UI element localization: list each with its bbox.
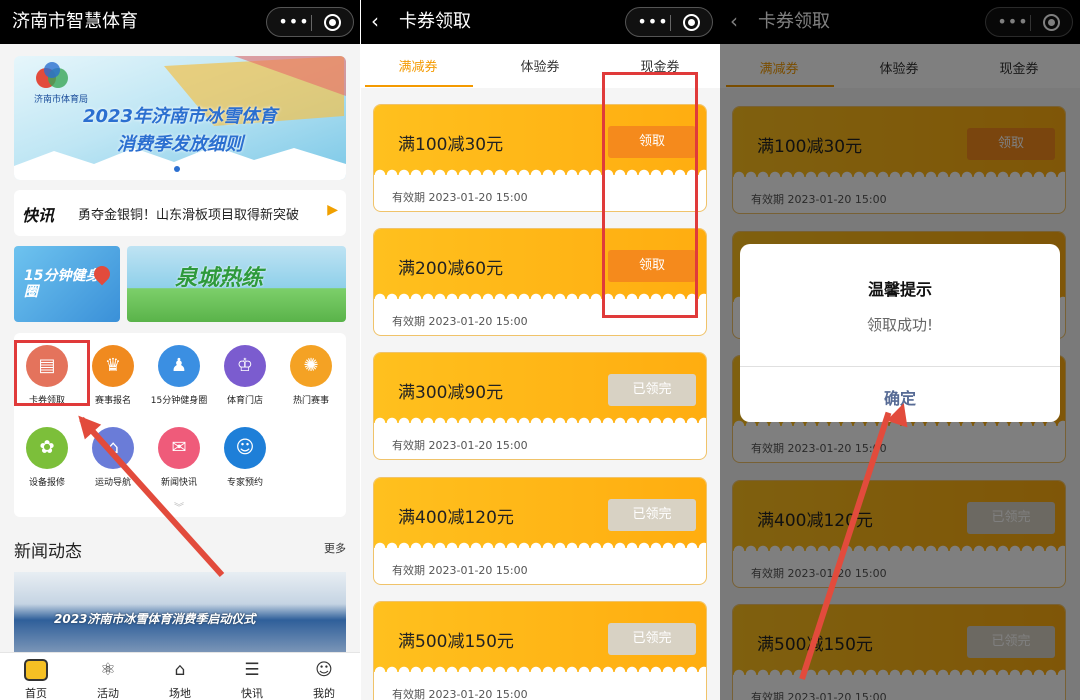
banner-line-1: 2023年济南市冰雪体育 — [82, 106, 278, 127]
coupon-name: 满400减120元 — [398, 508, 514, 528]
news-tab-icon: ☰ — [244, 660, 260, 680]
crown-icon: ♔ — [224, 345, 266, 387]
dialog-title: 温馨提示 — [867, 280, 932, 299]
tab-home[interactable]: 首页 — [0, 653, 72, 700]
tab-label: 首页 — [25, 687, 47, 700]
ticker-text: 勇夺金银铜！山东滑板项目取得新突破 — [78, 208, 300, 223]
dialog-message: 领取成功! — [866, 316, 933, 334]
coupon-expiry: 有效期 2023-01-20 15:00 — [392, 439, 528, 452]
news-image-caption: 2023济南市冰雪体育消费季启动仪式 — [54, 612, 256, 626]
tab-label: 快讯 — [241, 687, 263, 700]
news-icon: ✉ — [158, 427, 200, 469]
top-bar: ‹ 卡券领取 ••• — [361, 0, 720, 44]
mini-program-capsule[interactable]: ••• — [266, 7, 354, 37]
grid-item-stores[interactable]: ♔ 体育门店 — [212, 345, 278, 415]
expert-icon: ☺ — [224, 427, 266, 469]
promo-quancheng-text: 泉城热练 — [175, 266, 264, 291]
page-title: 卡券领取 — [399, 11, 471, 32]
tab-profile[interactable]: ☺ 我的 — [288, 653, 360, 700]
profile-icon: ☺ — [315, 660, 333, 680]
tab-discount[interactable]: 满减券 — [363, 56, 473, 75]
trophy-icon: ♛ — [92, 345, 134, 387]
news-image[interactable]: 2023济南市冰雪体育消费季启动仪式 — [14, 572, 346, 652]
coupon-screen: ‹ 卡券领取 ••• 满减券 体验券 现金券 满100减30元 领取 有效期 202… — [361, 0, 720, 700]
activity-icon: ⚛ — [100, 660, 116, 680]
runner-icon: ♟ — [158, 345, 200, 387]
promo-quancheng[interactable]: 泉城热练 — [127, 246, 346, 322]
tab-label: 场地 — [169, 687, 191, 700]
coupon-expiry: 有效期 2023-01-20 15:00 — [392, 315, 528, 328]
annotation-highlight-box — [14, 340, 90, 406]
promo-fitness-text: 15分钟健身圈 — [24, 268, 100, 300]
coupon-name: 满100减30元 — [398, 135, 504, 155]
promo-fitness-circle[interactable]: 15分钟健身圈 — [14, 246, 120, 322]
app-title: 济南市智慧体育 — [12, 11, 138, 32]
carousel-dot — [186, 166, 192, 172]
dialog-divider — [740, 366, 1060, 367]
grid-item-news[interactable]: ✉ 新闻快讯 — [146, 427, 212, 497]
coupon-screen-dialog: ‹ 卡券领取 ••• 满减券 体验券 现金券 满100减30元领取有效期 202… — [720, 0, 1080, 700]
chevron-right-icon: ▶ — [327, 202, 338, 218]
grid-item-hot-events[interactable]: ✺ 热门赛事 — [278, 345, 344, 415]
expand-chevron-icon[interactable]: ︾ — [174, 499, 184, 514]
close-mini-program-icon[interactable] — [324, 14, 341, 31]
grid-item-expert[interactable]: ☺ 专家预约 — [212, 427, 278, 497]
home-screen: 济南市智慧体育 ••• 济南市体育局 2023年济南市冰雪体育 消费季发放细则 … — [0, 0, 360, 700]
bottom-tab-bar: 首页 ⚛ 活动 ⌂ 场地 ☰ 快讯 ☺ 我的 — [0, 652, 360, 700]
capsule-divider — [670, 15, 671, 31]
mini-program-capsule[interactable]: ••• — [625, 7, 713, 37]
coupon-expiry: 有效期 2023-01-20 15:00 — [392, 688, 528, 700]
news-ticker[interactable]: 快讯 勇夺金银铜！山东滑板项目取得新突破 ▶ — [14, 190, 346, 236]
more-link[interactable]: 更多 — [324, 540, 346, 556]
section-title: 新闻动态 — [14, 542, 82, 562]
coupon-name: 满300减90元 — [398, 383, 504, 403]
more-icon[interactable]: ••• — [636, 11, 670, 33]
carousel-dot — [162, 166, 168, 172]
grid-item-fitness-circle[interactable]: ♟ 15分钟健身圈 — [146, 345, 212, 415]
tab-activity[interactable]: ⚛ 活动 — [72, 653, 144, 700]
grid-label: 热门赛事 — [292, 396, 329, 406]
wrench-icon: ✿ — [26, 427, 68, 469]
grid-item-navigation[interactable]: ⌂ 运动导航 — [80, 427, 146, 497]
coupon-card: 满500减150元 已领完有效期 2023-01-20 15:00 — [373, 601, 707, 700]
close-mini-program-icon[interactable] — [683, 14, 700, 31]
capsule-divider — [311, 15, 312, 31]
claimed-out-button[interactable]: 已领完 — [608, 623, 696, 655]
coupon-name: 满200减60元 — [398, 259, 504, 279]
coupon-expiry: 有效期 2023-01-20 15:00 — [392, 564, 528, 577]
tab-news[interactable]: ☰ 快讯 — [216, 653, 288, 700]
tab-trial[interactable]: 体验券 — [485, 56, 595, 75]
tab-underline — [365, 85, 473, 87]
venue-icon: ⌂ — [174, 660, 186, 680]
tab-label: 我的 — [313, 687, 335, 700]
back-icon[interactable]: ‹ — [371, 10, 379, 32]
success-dialog: 温馨提示 领取成功! 确定 — [740, 244, 1060, 422]
ball-icon: ✺ — [290, 345, 332, 387]
banner-line-2: 消费季发放细则 — [117, 134, 243, 155]
coupon-name: 满500减150元 — [398, 632, 514, 652]
coupon-card: 满400减120元 已领完有效期 2023-01-20 15:00 — [373, 477, 707, 585]
banner[interactable]: 济南市体育局 2023年济南市冰雪体育 消费季发放细则 — [14, 56, 346, 180]
claimed-out-button[interactable]: 已领完 — [608, 374, 696, 406]
carousel-dot-active — [174, 166, 180, 172]
grid-item-repair[interactable]: ✿ 设备报修 — [14, 427, 80, 497]
ticker-badge: 快讯 — [22, 206, 55, 225]
more-icon[interactable]: ••• — [277, 11, 311, 33]
coupon-card: 满300减90元 已领完有效期 2023-01-20 15:00 — [373, 352, 707, 460]
tab-label: 活动 — [97, 687, 119, 700]
grid-label: 专家预约 — [226, 478, 263, 488]
top-bar: 济南市智慧体育 ••• — [0, 0, 360, 44]
annotation-highlight-box — [602, 72, 698, 318]
tab-venue[interactable]: ⌂ 场地 — [144, 653, 216, 700]
home-icon — [24, 659, 48, 681]
coupon-expiry: 有效期 2023-01-20 15:00 — [392, 191, 528, 204]
claimed-out-button[interactable]: 已领完 — [608, 499, 696, 531]
